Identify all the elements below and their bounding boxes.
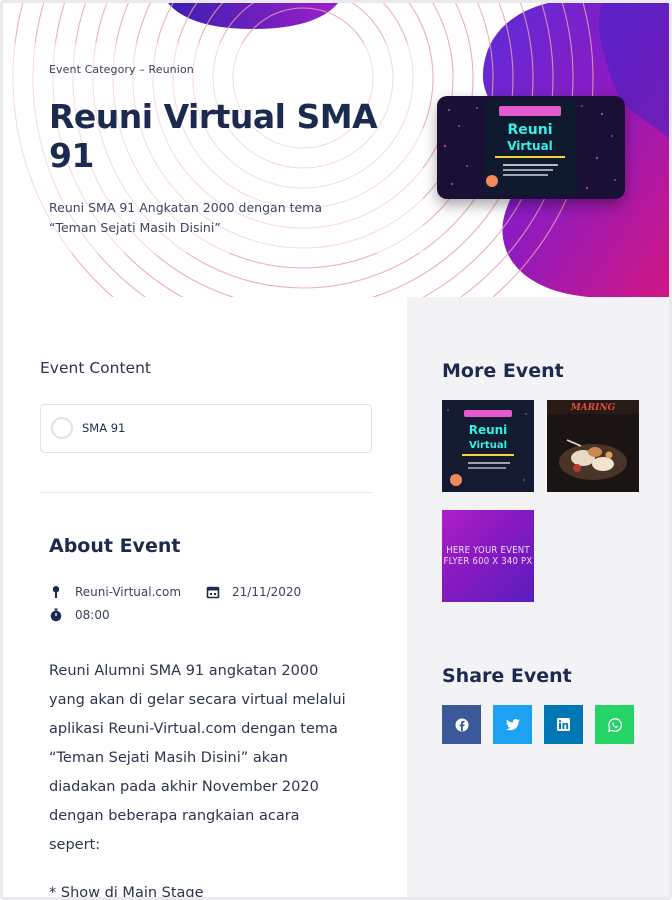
event-time-text: 08:00 <box>75 608 110 622</box>
more-event-thumbnail-1[interactable]: Reuni Virtual <box>442 400 534 492</box>
share-facebook-button[interactable] <box>442 705 481 744</box>
event-date-text: 21/11/2020 <box>232 585 302 599</box>
flyer-placeholder: HERE YOUR EVENT FLYER 600 X 340 PX <box>442 510 534 602</box>
more-event-heading: More Event <box>442 360 564 382</box>
about-event-description: Reuni Alumni SMA 91 angkatan 2000 yang a… <box>49 663 346 853</box>
section-divider <box>40 492 372 493</box>
facebook-icon <box>455 718 468 731</box>
svg-text:Virtual: Virtual <box>469 440 507 451</box>
event-sidebar: More Event Reuni Virtual MARING HERE YOU… <box>407 297 669 897</box>
share-event-heading: Share Event <box>442 665 572 687</box>
calendar-icon <box>206 586 220 599</box>
event-description: Reuni SMA 91 Angkatan 2000 dengan tema “… <box>49 200 323 235</box>
event-location-text: Reuni-Virtual.com <box>75 585 182 599</box>
linkedin-icon <box>557 718 570 731</box>
event-category: Event Category – Reunion <box>49 63 194 76</box>
twitter-icon <box>505 718 520 730</box>
event-main-column: Event Content SMA 91 About Event Reuni-V… <box>3 297 407 900</box>
share-whatsapp-button[interactable] <box>595 705 634 744</box>
about-event-heading: About Event <box>49 535 181 557</box>
about-event-list-item: * Show di Main Stage <box>49 885 204 900</box>
event-time: 08:00 <box>49 608 149 624</box>
more-event-thumbnail-2[interactable]: MARING <box>547 400 639 492</box>
radio-icon[interactable] <box>51 417 73 439</box>
stopwatch-icon <box>50 608 62 622</box>
map-pin-icon <box>52 586 60 598</box>
event-title: Reuni Virtual SMA 91 <box>49 97 378 175</box>
event-poster-image: Reuni Virtual <box>437 96 625 199</box>
event-content-label: Event Content <box>40 359 151 377</box>
whatsapp-icon <box>607 717 622 732</box>
thumbnail-caption: MARING <box>570 403 616 413</box>
share-twitter-button[interactable] <box>493 705 532 744</box>
flyer-placeholder-text: HERE YOUR EVENT FLYER 600 X 340 PX <box>443 545 533 567</box>
page-frame: Event Category – Reunion Reuni Virtual S… <box>0 0 672 900</box>
event-content-item-label: SMA 91 <box>82 421 126 435</box>
event-content-item[interactable]: SMA 91 <box>40 404 372 453</box>
event-date: 21/11/2020 <box>206 585 326 601</box>
event-location: Reuni-Virtual.com <box>49 585 209 601</box>
more-event-thumbnail-3[interactable]: HERE YOUR EVENT FLYER 600 X 340 PX <box>442 510 534 602</box>
svg-text:Virtual: Virtual <box>507 139 553 153</box>
svg-text:Reuni: Reuni <box>507 122 552 138</box>
share-linkedin-button[interactable] <box>544 705 583 744</box>
event-hero: Event Category – Reunion Reuni Virtual S… <box>3 3 669 297</box>
svg-text:Reuni: Reuni <box>469 423 508 437</box>
